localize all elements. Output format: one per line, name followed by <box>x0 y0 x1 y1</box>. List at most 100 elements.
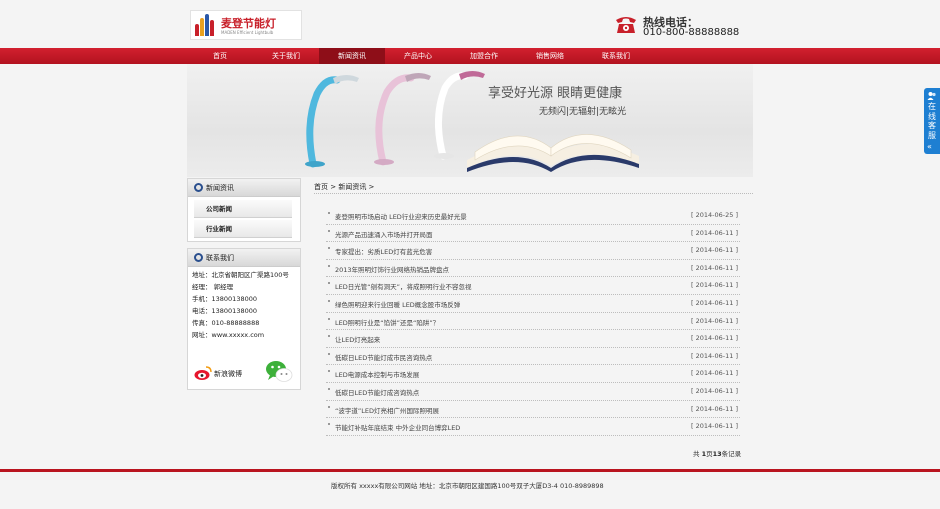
news-date: [ 2014-06-11 ] <box>691 334 738 343</box>
contact-manager: 经理： 郭经理 <box>192 283 234 291</box>
news-date: [ 2014-06-11 ] <box>691 298 738 307</box>
circle-bullet-icon <box>194 183 203 192</box>
nav-item[interactable]: 联系我们 <box>583 48 649 64</box>
social-links: 新浪微博 <box>192 359 296 387</box>
news-row[interactable]: 光源产品迅速涌入市场并打开局面 [ 2014-06-11 ] <box>326 225 740 243</box>
bullet-icon <box>328 405 330 408</box>
nav-item[interactable]: 加盟合作 <box>451 48 517 64</box>
bullet-icon <box>328 247 330 250</box>
news-row[interactable]: LED电源成本控制与市场发展 [ 2014-06-11 ] <box>326 365 740 383</box>
sidebar-news-header: 新闻资讯 <box>188 179 300 197</box>
hero-banner: 享受好光源 眼睛更健康 无频闪|无辐射|无眩光 <box>187 64 753 177</box>
sidebar-contact-box: 联系我们 地址：北京省朝阳区广渠路100号 经理： 郭经理 手机：1380013… <box>187 248 301 390</box>
news-title[interactable]: 让LED灯亮起来 <box>335 334 380 344</box>
bullet-icon <box>328 423 330 426</box>
banner-subtitle: 无频闪|无辐射|无眩光 <box>539 107 627 117</box>
news-row[interactable]: LED照明行业是“馅饼”还是“陷阱”？ [ 2014-06-11 ] <box>326 313 740 331</box>
bullet-icon <box>328 282 330 285</box>
news-row[interactable]: 2013年照明灯饰行业网络热销品牌盘点 [ 2014-06-11 ] <box>326 260 740 278</box>
news-title[interactable]: 节能灯补贴年底结束 中外企业同台博弈LED <box>335 422 460 432</box>
site-logo[interactable]: 麦登节能灯 MADEN Efficient Lightbulb <box>190 10 302 40</box>
news-row[interactable]: 低碳日LED节能灯成市民咨询热点 [ 2014-06-11 ] <box>326 348 740 366</box>
contact-fax: 传真：010-88888888 <box>192 319 260 327</box>
news-title[interactable]: “波宇道”LED灯亮相广州国际照明展 <box>335 405 439 415</box>
weibo-label[interactable]: 新浪微博 <box>214 369 242 379</box>
news-title[interactable]: 绿色照明迎来行业回暖 LED概念股市场反弹 <box>335 299 460 309</box>
news-row[interactable]: 麦登照明市场启动 LED行业迎来历史最好光景 [ 2014-06-25 ] <box>326 207 740 225</box>
news-row[interactable]: 节能灯补贴年底结束 中外企业同台博弈LED [ 2014-06-11 ] <box>326 418 740 436</box>
news-title[interactable]: 麦登照明市场启动 LED行业迎来历史最好光景 <box>335 211 467 221</box>
breadcrumb[interactable]: 首页 > 新闻资讯 > <box>314 182 374 192</box>
news-title[interactable]: LED照明行业是“馅饼”还是“陷阱”？ <box>335 317 439 327</box>
news-title[interactable]: LED电源成本控制与市场发展 <box>335 369 419 379</box>
sidebar-item-industry-news[interactable]: 行业新闻 <box>194 220 292 238</box>
news-date: [ 2014-06-11 ] <box>691 422 738 431</box>
news-row[interactable]: 绿色照明迎来行业回暖 LED概念股市场反弹 [ 2014-06-11 ] <box>326 295 740 313</box>
telephone-icon <box>616 17 636 33</box>
news-list: 麦登照明市场启动 LED行业迎来历史最好光景 [ 2014-06-25 ] 光源产品… <box>326 207 740 436</box>
site-footer: 版权所有 xxxxx有限公司网站 地址：北京市朝阳区建国路100号双子大厦D3-… <box>0 472 940 509</box>
main-nav: 首页 关于我们 新闻资讯 产品中心 加盟合作 销售网络 联系我们 <box>0 48 940 64</box>
news-date: [ 2014-06-11 ] <box>691 386 738 395</box>
site-header: 麦登节能灯 MADEN Efficient Lightbulb 热线电话： 01… <box>0 0 940 48</box>
news-date: [ 2014-06-11 ] <box>691 246 738 255</box>
contact-phone: 电话：13800138000 <box>192 307 257 315</box>
news-row[interactable]: 让LED灯亮起来 [ 2014-06-11 ] <box>326 330 740 348</box>
bullet-icon <box>328 264 330 267</box>
contact-website: 网址：www.xxxxx.com <box>192 331 265 339</box>
sidebar-contact-title: 联系我们 <box>206 254 234 262</box>
news-title[interactable]: LED日光管“剜有洞天”，将成照明行业不容忽视 <box>335 281 471 291</box>
news-title[interactable]: 低碳日LED节能灯成咨询热点 <box>335 387 419 397</box>
wechat-icon[interactable] <box>264 359 294 385</box>
news-row[interactable]: 低碳日LED节能灯成咨询热点 [ 2014-06-11 ] <box>326 383 740 401</box>
pager-prefix: 共 <box>693 450 702 458</box>
pagination-summary: 共 1页13条记录 <box>693 448 741 458</box>
hotline-number: 010-800-88888888 <box>643 27 740 38</box>
pager-count: 13 <box>712 450 722 458</box>
banner-lamps-illustration <box>305 71 639 172</box>
online-service-tab[interactable]: 在线客服 « <box>924 88 940 154</box>
news-title[interactable]: 专家提出：劣质LED灯有蓝光危害 <box>335 246 432 256</box>
logo-subtitle: MADEN Efficient Lightbulb <box>221 30 274 35</box>
news-title[interactable]: 2013年照明灯饰行业网络热销品牌盘点 <box>335 264 449 274</box>
news-date: [ 2014-06-11 ] <box>691 281 738 290</box>
news-row[interactable]: 专家提出：劣质LED灯有蓝光危害 [ 2014-06-11 ] <box>326 242 740 260</box>
news-title[interactable]: 光源产品迅速涌入市场并打开局面 <box>335 229 433 239</box>
logo-text: 麦登节能灯 <box>221 17 276 30</box>
nav-item[interactable]: 首页 <box>187 48 253 64</box>
bullet-icon <box>328 229 330 232</box>
collapse-arrow-icon[interactable]: « <box>927 142 932 151</box>
news-row[interactable]: LED日光管“剜有洞天”，将成照明行业不容忽视 [ 2014-06-11 ] <box>326 277 740 295</box>
nav-item[interactable]: 关于我们 <box>253 48 319 64</box>
online-service-label: 在线客服 <box>928 102 936 140</box>
bullet-icon <box>328 212 330 214</box>
breadcrumb-divider <box>314 193 753 194</box>
weibo-icon[interactable] <box>194 365 212 381</box>
news-title[interactable]: 低碳日LED节能灯成市民咨询热点 <box>335 352 432 362</box>
pager-suffix: 条记录 <box>721 450 742 458</box>
news-date: [ 2014-06-11 ] <box>691 351 738 360</box>
bullet-icon <box>328 370 330 373</box>
contact-address: 地址：北京省朝阳区广渠路100号 <box>192 271 289 279</box>
news-row[interactable]: “波宇道”LED灯亮相广州国际照明展 [ 2014-06-11 ] <box>326 401 740 419</box>
news-date: [ 2014-06-11 ] <box>691 263 738 272</box>
footer-copyright: 版权所有 xxxxx有限公司网站 地址：北京市朝阳区建国路100号双子大厦D3-… <box>331 482 604 490</box>
nav-item[interactable]: 新闻资讯 <box>319 48 385 64</box>
sidebar-news-box: 新闻资讯 公司新闻 行业新闻 <box>187 178 301 242</box>
bullet-icon <box>328 317 330 320</box>
news-date: [ 2014-06-11 ] <box>691 404 738 413</box>
nav-item[interactable]: 销售网络 <box>517 48 583 64</box>
logo-mark-icon <box>195 14 217 36</box>
bullet-icon <box>328 352 330 355</box>
bullet-icon <box>328 335 330 338</box>
chat-users-icon <box>927 92 936 100</box>
sidebar-news-title: 新闻资讯 <box>206 184 234 192</box>
bullet-icon <box>328 299 330 302</box>
bullet-icon <box>328 387 330 390</box>
sidebar-item-company-news[interactable]: 公司新闻 <box>194 200 292 218</box>
news-date: [ 2014-06-11 ] <box>691 369 738 378</box>
circle-bullet-icon <box>194 253 203 262</box>
news-date: [ 2014-06-11 ] <box>691 228 738 237</box>
sidebar-contact-header: 联系我们 <box>188 249 300 267</box>
nav-item[interactable]: 产品中心 <box>385 48 451 64</box>
